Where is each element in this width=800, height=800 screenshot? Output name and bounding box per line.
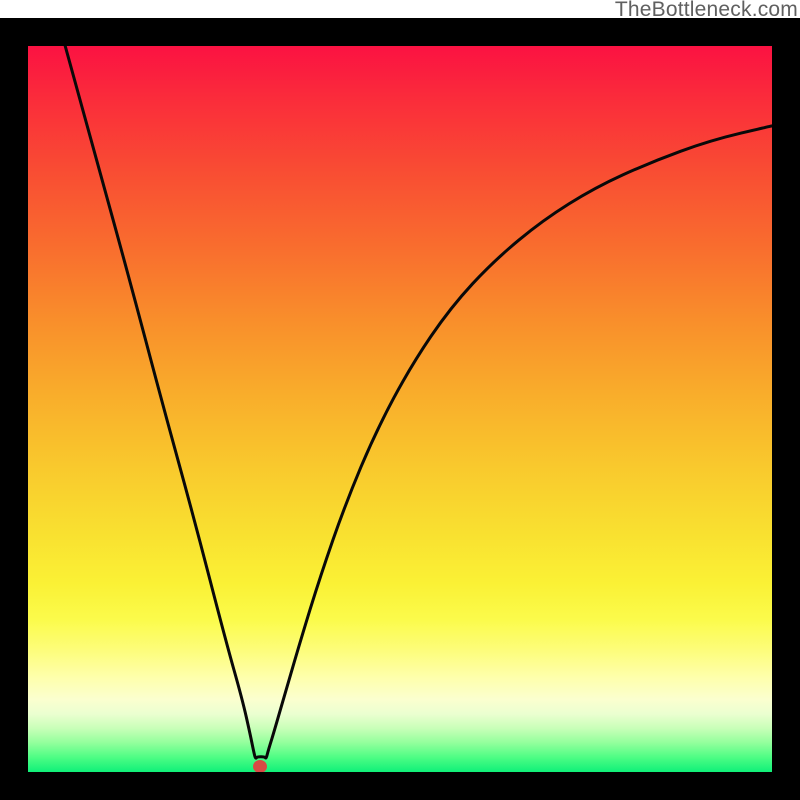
bottleneck-curve: [65, 46, 772, 758]
chart-frame: TheBottleneck.com: [0, 0, 800, 800]
plot-area: [28, 46, 772, 772]
frame-border-top: [0, 18, 800, 46]
minimum-marker-dot: [253, 760, 267, 772]
frame-border-left: [0, 18, 28, 800]
frame-border-bottom: [0, 772, 800, 800]
curve-svg: [28, 46, 772, 772]
frame-border-right: [772, 18, 800, 800]
